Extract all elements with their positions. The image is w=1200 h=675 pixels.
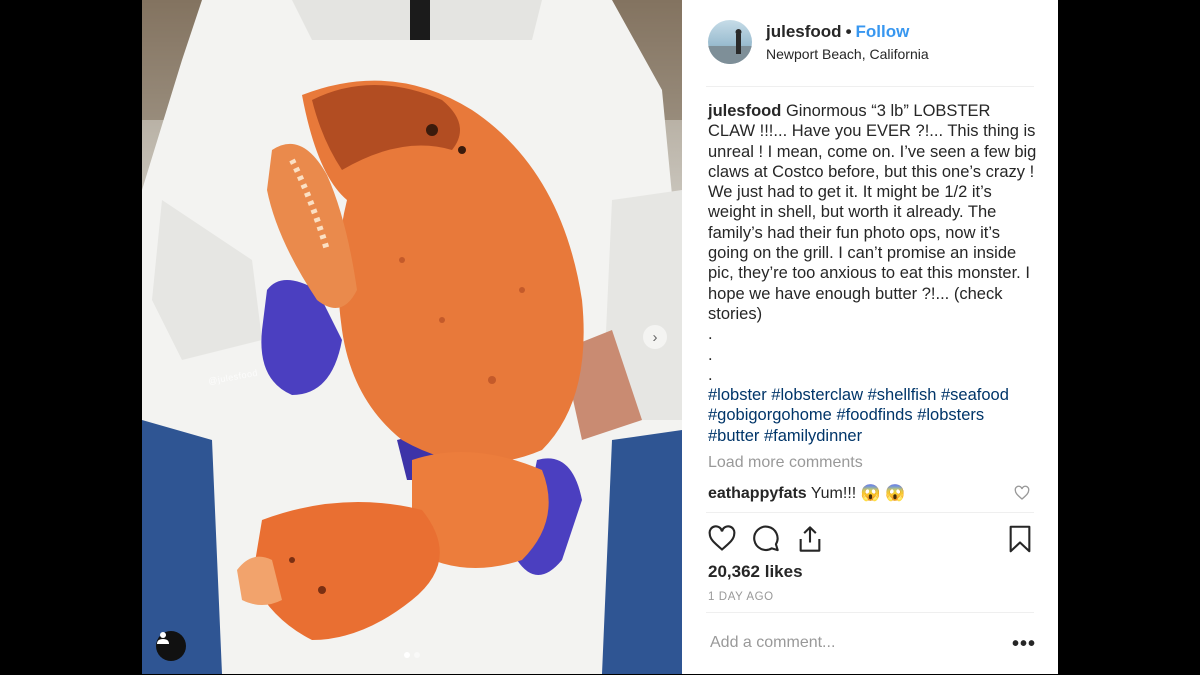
tagged-users-button[interactable] [156, 631, 186, 661]
user-icon [157, 632, 169, 644]
comment-text: Yum!!! 😱 😱 [810, 485, 905, 502]
hashtag-link[interactable]: #butter [708, 427, 759, 445]
comment-like-heart-icon[interactable] [1014, 485, 1030, 501]
carousel-dot [404, 652, 410, 658]
follow-button[interactable]: Follow [856, 22, 910, 41]
hashtag-link[interactable]: #lobsterclaw [771, 386, 863, 404]
hashtag-link[interactable]: #lobster [708, 386, 767, 404]
more-options-button[interactable]: ••• [1012, 633, 1036, 656]
caption-username[interactable]: julesfood [708, 102, 781, 120]
lobster-claw-photo [142, 0, 682, 674]
username-line: julesfood • Follow [766, 22, 909, 42]
hashtag-link[interactable]: #lobsters [917, 406, 984, 424]
like-count[interactable]: 20,362 likes [708, 562, 803, 582]
add-comment-bar: ••• [706, 612, 1036, 675]
post-sidebar: julesfood • Follow Newport Beach, Californ… [682, 0, 1058, 674]
post-username[interactable]: julesfood [766, 22, 842, 41]
bookmark-icon[interactable] [1006, 525, 1034, 553]
caption-text: Ginormous “3 lb” LOBSTER CLAW !!!... Hav… [708, 102, 1037, 384]
carousel-dot [414, 652, 420, 658]
hashtag-link[interactable]: #familydinner [764, 427, 862, 445]
comment-item: eathappyfats Yum!!! 😱 😱 [708, 483, 905, 503]
hashtag-link[interactable]: #shellfish [868, 386, 937, 404]
post-caption: julesfood Ginormous “3 lb” LOBSTER CLAW … [708, 101, 1038, 446]
chevron-right-icon: › [652, 328, 658, 346]
carousel-next-button[interactable]: › [643, 325, 667, 349]
instagram-post: @julesfood › julesfood • Follow Newport … [142, 0, 1058, 674]
separator: • [845, 22, 852, 41]
hashtag-link[interactable]: #foodfinds [836, 406, 912, 424]
post-header: julesfood • Follow Newport Beach, Californ… [706, 18, 1034, 87]
comment-username[interactable]: eathappyfats [708, 485, 807, 502]
avatar[interactable] [708, 20, 752, 64]
heart-icon[interactable] [708, 525, 736, 553]
add-comment-input[interactable] [708, 633, 992, 653]
load-more-comments-button[interactable]: Load more comments [708, 454, 863, 472]
post-photo[interactable]: @julesfood › [142, 0, 682, 674]
post-location[interactable]: Newport Beach, California [766, 46, 929, 62]
post-timestamp[interactable]: 1 DAY AGO [708, 591, 774, 603]
share-icon[interactable] [796, 525, 824, 553]
avatar-image [708, 29, 752, 64]
comment-bubble-icon[interactable] [752, 525, 780, 553]
carousel-indicator [404, 652, 420, 658]
hashtag-link[interactable]: #gobigorgohome [708, 406, 832, 424]
hashtag-list: #lobster #lobsterclaw #shellfish #seafoo… [708, 385, 1038, 446]
hashtag-link[interactable]: #seafood [941, 386, 1009, 404]
